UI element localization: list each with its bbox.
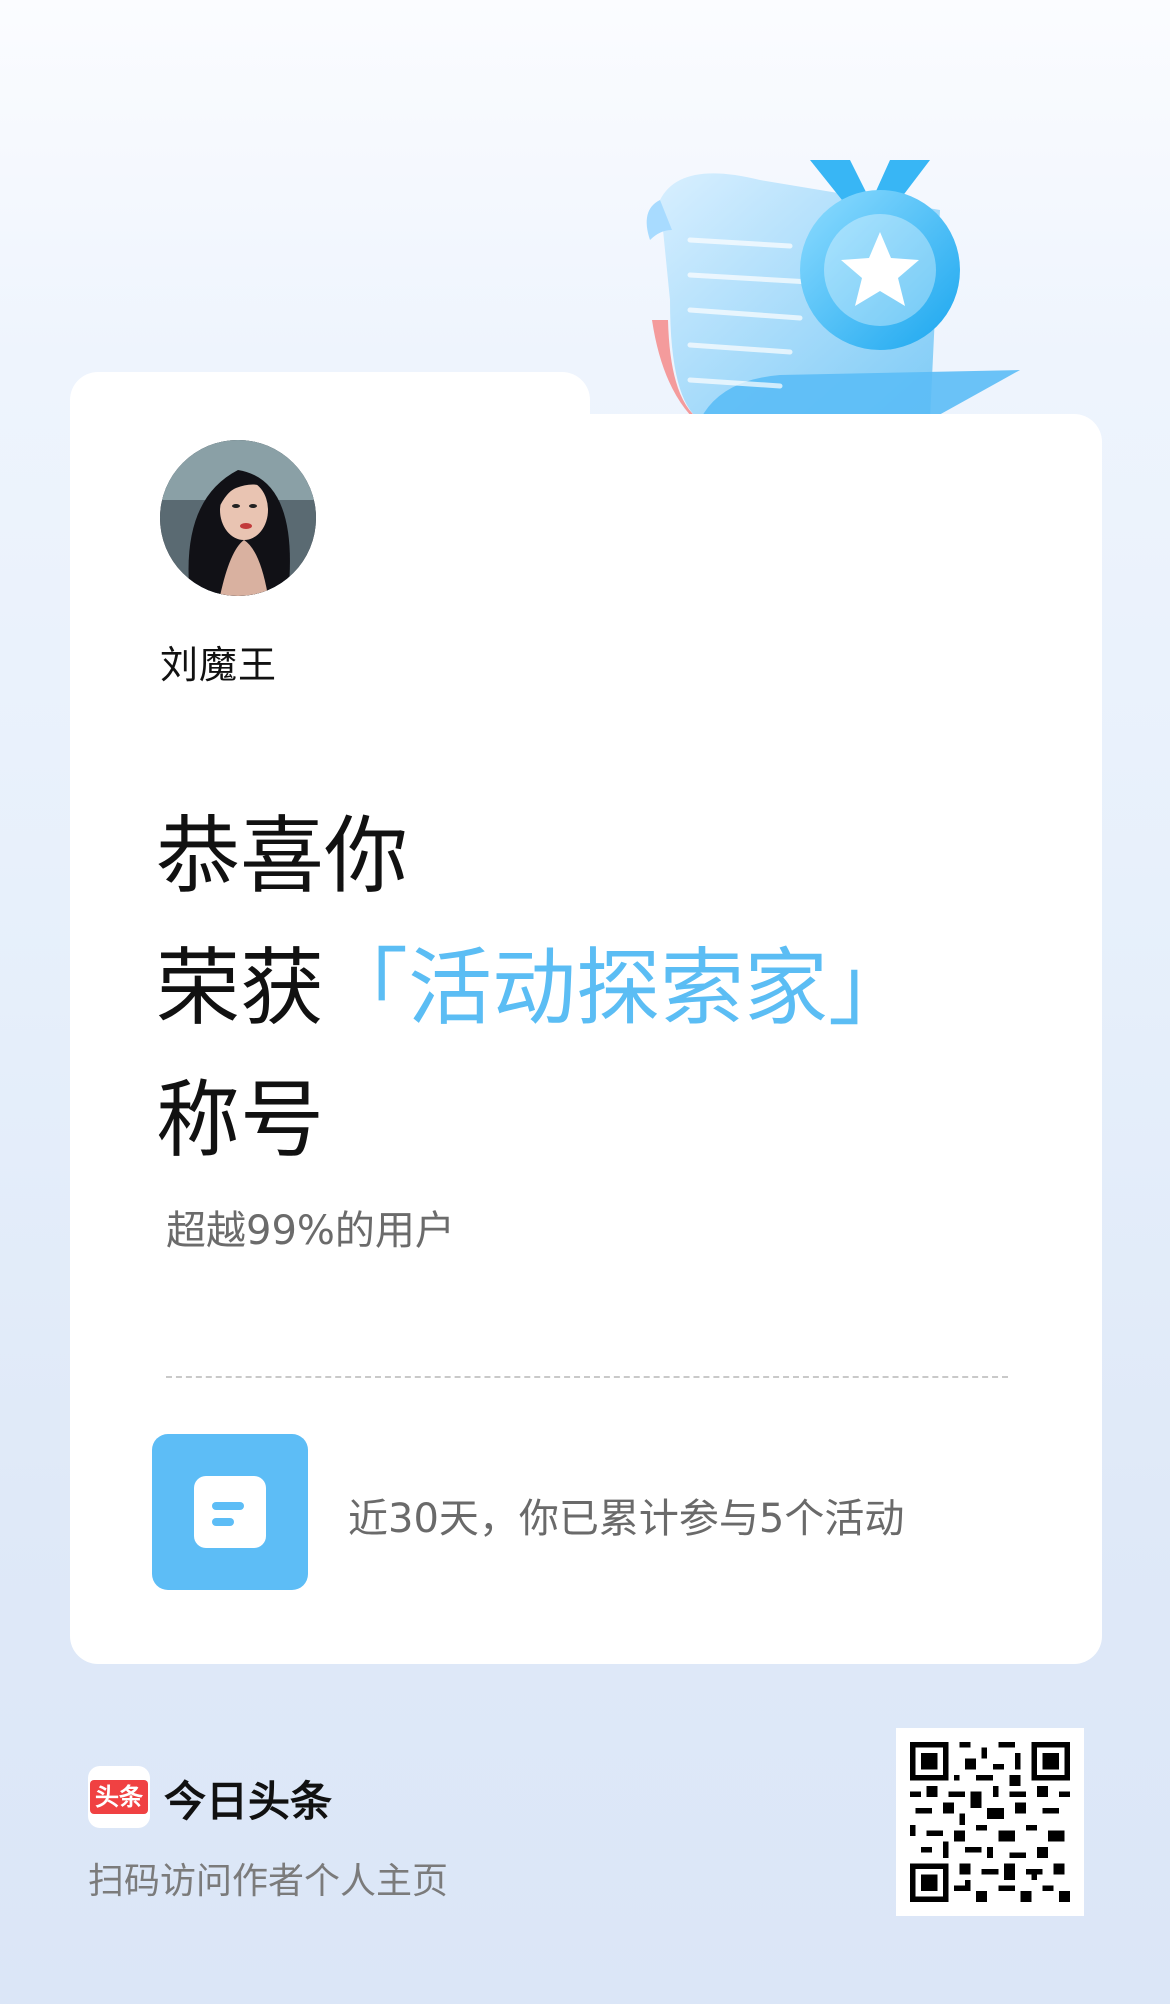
logo-badge: 头条 — [90, 1780, 148, 1814]
headline-prefix: 荣获 — [156, 939, 325, 1037]
document-icon-line — [212, 1518, 234, 1526]
toutiao-logo: 头条 — [88, 1766, 150, 1828]
headline-line-3: 称号 — [156, 1071, 325, 1169]
headline-line-1: 恭喜你 — [156, 807, 409, 905]
activity-summary: 近30天，你已累计参与5个活动 — [348, 1496, 905, 1542]
dashed-divider — [166, 1376, 1008, 1378]
username: 刘魔王 — [160, 643, 278, 687]
app-name: 今日头条 — [164, 1777, 333, 1826]
qr-code[interactable] — [896, 1728, 1084, 1916]
percentile-text: 超越99%的用户 — [166, 1208, 455, 1254]
achievement-headline: 恭喜你 荣获「活动探索家」 称号 — [156, 790, 912, 1186]
achievement-title: 「活动探索家」 — [324, 939, 913, 1037]
avatar[interactable] — [160, 440, 316, 596]
headline-line-2: 荣获「活动探索家」 — [156, 922, 912, 1054]
document-icon-line — [212, 1502, 244, 1510]
scan-tip: 扫码访问作者个人主页 — [88, 1861, 449, 1902]
document-icon-inner — [194, 1476, 266, 1548]
document-icon — [152, 1434, 308, 1590]
